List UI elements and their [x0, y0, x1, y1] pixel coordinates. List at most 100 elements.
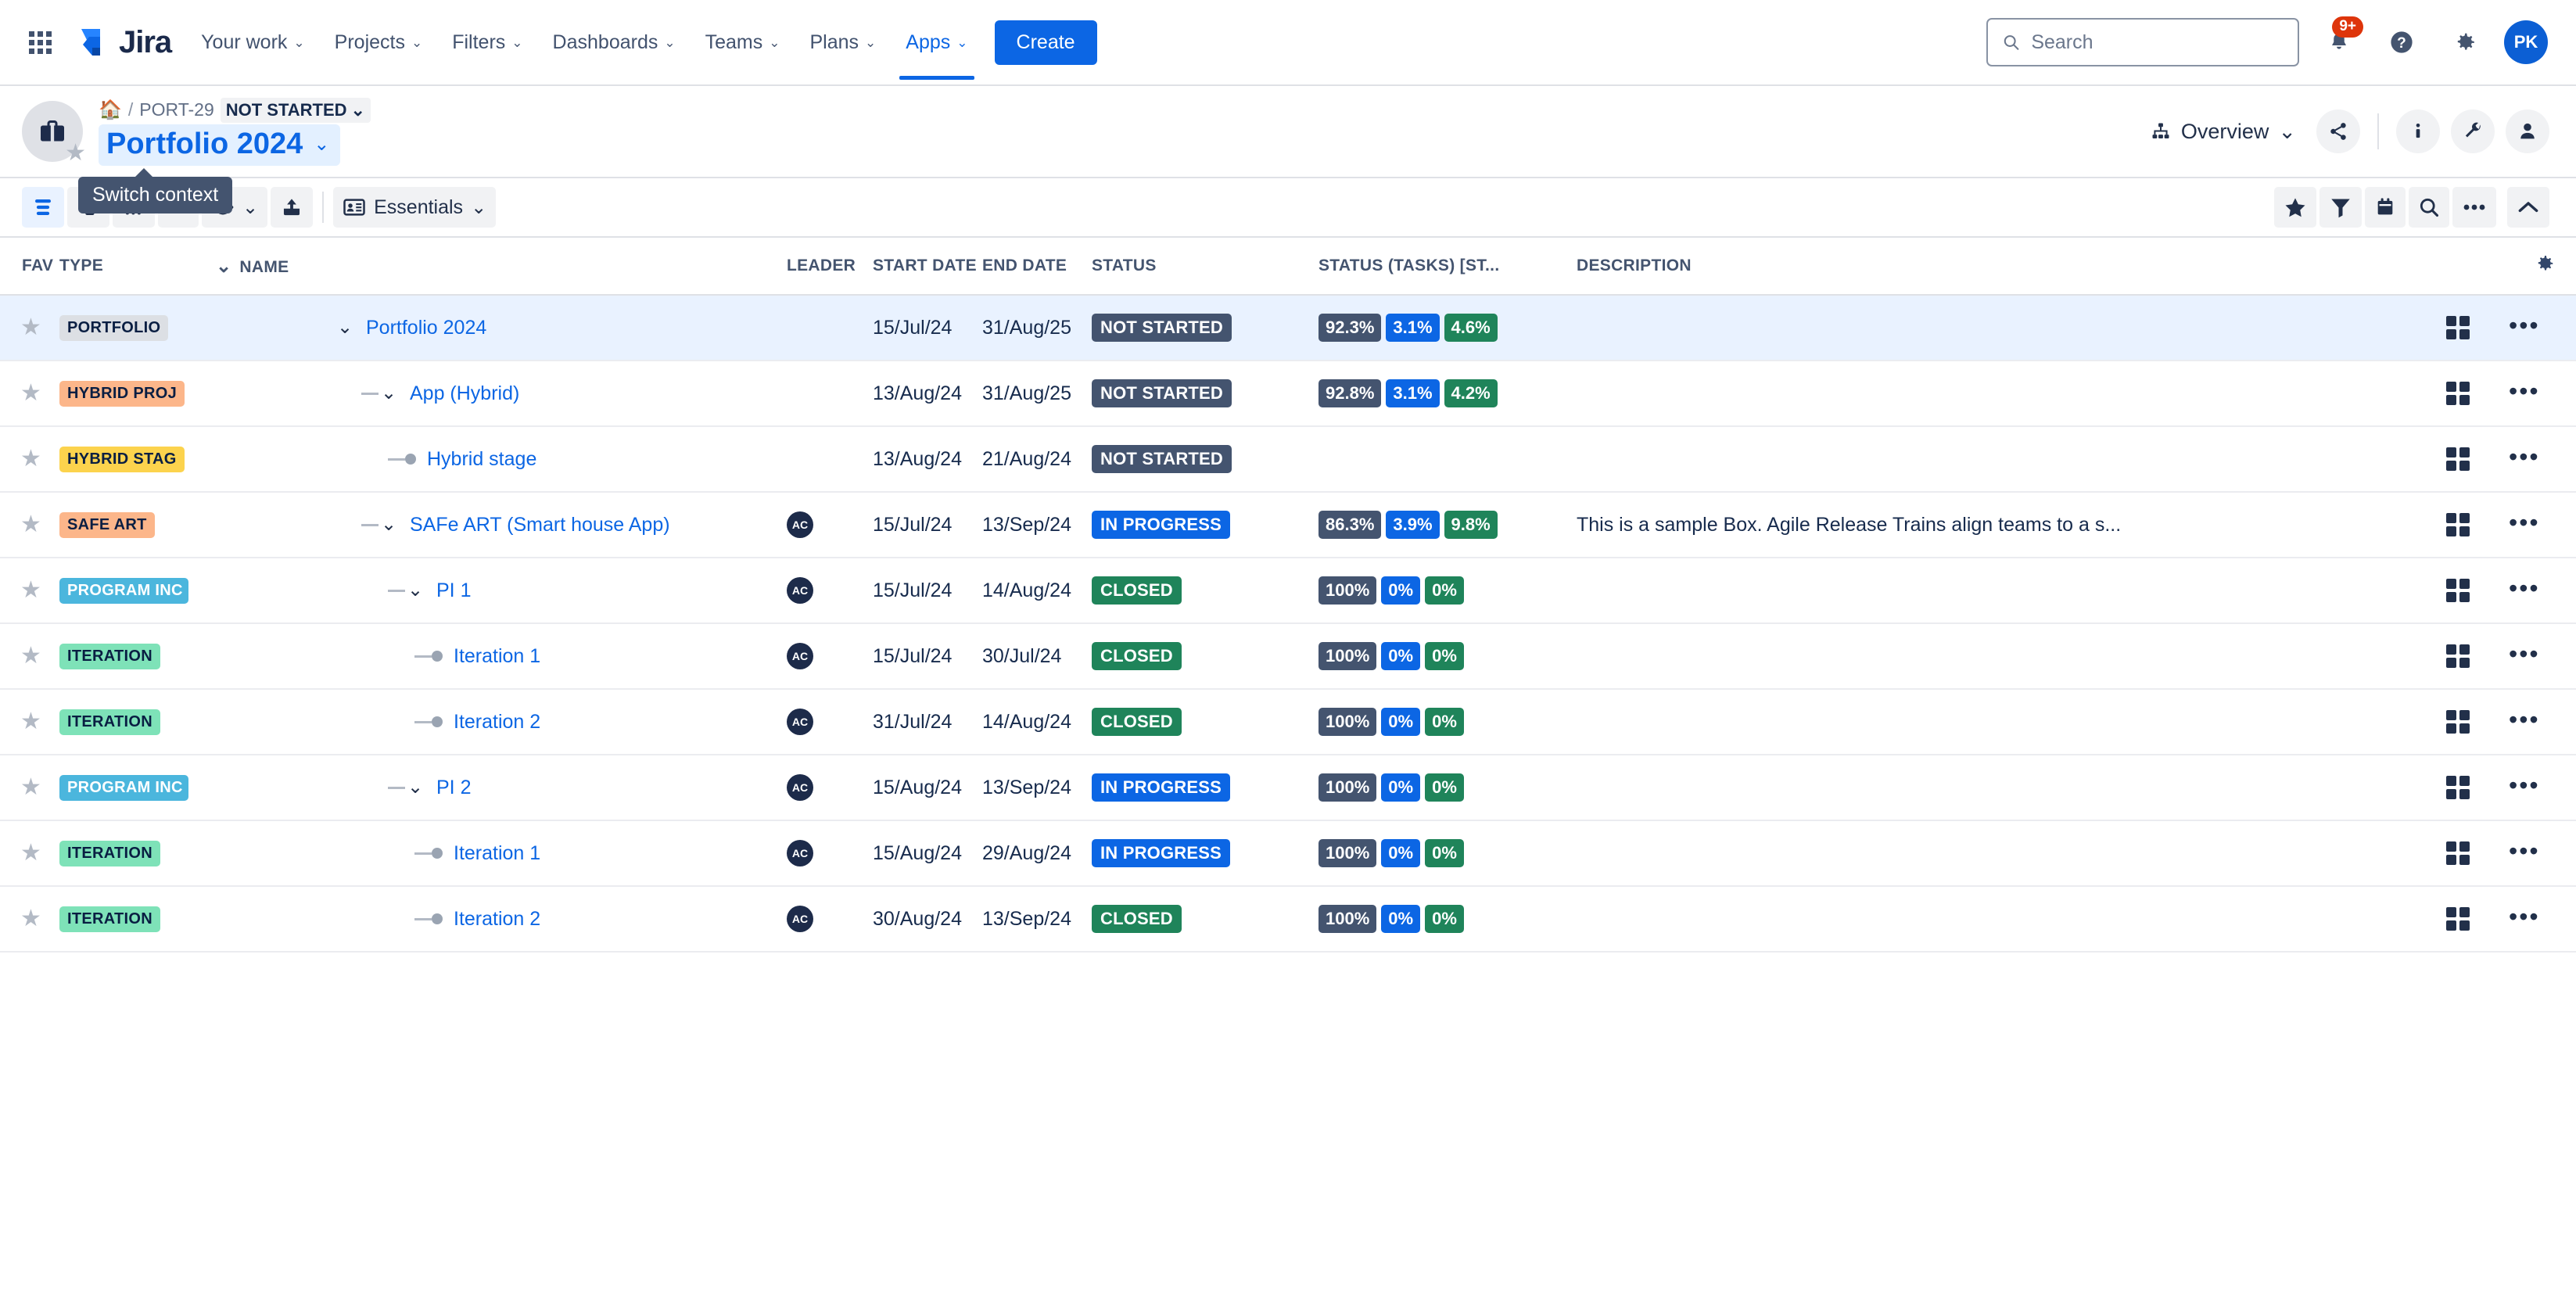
status-badge[interactable]: IN PROGRESS	[1092, 773, 1231, 802]
row-more-dots-icon[interactable]: •••	[2509, 771, 2540, 799]
leader-avatar[interactable]: AC	[787, 774, 813, 801]
nav-apps[interactable]: Apps ⌄	[893, 21, 980, 80]
table-row[interactable]: ★ ITERATION Iteration 2 AC 30/Aug/24 13/Sep/2…	[0, 886, 2576, 953]
board-grid-icon[interactable]	[2446, 382, 2509, 405]
col-header-end-date[interactable]: END DATE	[982, 238, 1092, 296]
row-name-link[interactable]: Portfolio 2024	[366, 317, 486, 339]
table-search-button[interactable]	[2409, 187, 2449, 228]
breadcrumb-issue-key[interactable]: PORT-29	[139, 99, 213, 120]
row-name-link[interactable]: Iteration 2	[454, 908, 540, 931]
status-badge[interactable]: IN PROGRESS	[1092, 511, 1231, 539]
row-name-link[interactable]: Iteration 1	[454, 842, 540, 865]
row-more-dots-icon[interactable]: •••	[2509, 377, 2540, 405]
row-start-date-cell[interactable]: 13/Aug/24	[873, 426, 982, 493]
user-avatar[interactable]: PK	[2504, 20, 2548, 64]
global-search-box[interactable]	[1986, 18, 2299, 66]
row-end-date-cell[interactable]: 29/Aug/24	[982, 820, 1092, 887]
board-grid-icon[interactable]	[2446, 710, 2509, 734]
favorite-star-icon[interactable]: ★	[0, 380, 41, 406]
col-header-name[interactable]: ⌄ NAME	[216, 238, 787, 296]
leader-avatar[interactable]: AC	[787, 511, 813, 538]
nav-teams[interactable]: Teams ⌄	[693, 21, 793, 64]
row-more-dots-icon[interactable]: •••	[2509, 640, 2540, 668]
row-start-date-cell[interactable]: 15/Aug/24	[873, 755, 982, 821]
row-start-date-cell[interactable]: 30/Aug/24	[873, 886, 982, 953]
nav-plans[interactable]: Plans ⌄	[798, 21, 889, 64]
row-more-dots-icon[interactable]: •••	[2509, 705, 2540, 734]
row-end-date-cell[interactable]: 31/Aug/25	[982, 295, 1092, 361]
row-start-date-cell[interactable]: 15/Aug/24	[873, 820, 982, 887]
nav-projects[interactable]: Projects ⌄	[322, 21, 436, 64]
tree-expand-chevron-down-icon[interactable]: ⌄	[335, 318, 355, 337]
favorite-star-icon[interactable]: ★	[0, 709, 41, 734]
app-switcher-icon[interactable]	[22, 24, 58, 60]
table-row[interactable]: ★ SAFE ART ⌄ SAFe ART (Smart house App) AC 15…	[0, 492, 2576, 558]
tree-expand-chevron-down-icon[interactable]: ⌄	[379, 515, 399, 534]
col-header-status-tasks[interactable]: STATUS (TASKS) [ST...	[1318, 238, 1577, 296]
tree-expand-chevron-down-icon[interactable]: ⌄	[405, 778, 425, 797]
info-button[interactable]	[2396, 109, 2440, 153]
configure-button[interactable]	[2451, 109, 2495, 153]
people-button[interactable]	[2506, 109, 2549, 153]
collapse-toolbar-button[interactable]	[2507, 187, 2549, 228]
row-end-date-cell[interactable]: 14/Aug/24	[982, 558, 1092, 624]
tree-expand-chevron-down-icon[interactable]: ⌄	[405, 581, 425, 600]
table-row[interactable]: ★ HYBRID STAG Hybrid stage 13/Aug/24 21/Aug/…	[0, 426, 2576, 493]
align-list-button[interactable]	[22, 187, 64, 228]
settings-button[interactable]	[2441, 20, 2487, 65]
table-row[interactable]: ★ ITERATION Iteration 1 AC 15/Jul/24 30/Jul/2…	[0, 623, 2576, 690]
col-header-type[interactable]: TYPE	[59, 238, 216, 296]
row-start-date-cell[interactable]: 15/Jul/24	[873, 295, 982, 361]
row-name-link[interactable]: SAFe ART (Smart house App)	[410, 514, 670, 536]
favorite-star-icon[interactable]: ★	[0, 774, 41, 800]
view-selector-overview[interactable]: Overview ⌄	[2140, 113, 2305, 150]
create-button[interactable]: Create	[994, 20, 1097, 65]
favorite-star-icon[interactable]: ★	[0, 643, 41, 669]
table-row[interactable]: ★ PORTFOLIO ⌄ Portfolio 2024 15/Jul/24 31/Aug…	[0, 295, 2576, 361]
board-grid-icon[interactable]	[2446, 644, 2509, 668]
col-header-leader[interactable]: LEADER	[787, 238, 873, 296]
row-name-link[interactable]: Iteration 2	[454, 711, 540, 734]
table-row[interactable]: ★ PROGRAM INC ⌄ PI 1 AC 15/Jul/24 14/Aug/24 CLO…	[0, 558, 2576, 624]
table-row[interactable]: ★ PROGRAM INC ⌄ PI 2 AC 15/Aug/24 13/Sep/24 IN …	[0, 755, 2576, 821]
col-header-status[interactable]: STATUS	[1092, 238, 1318, 296]
favorite-star-icon[interactable]: ★	[0, 446, 41, 472]
search-input[interactable]	[2031, 30, 2284, 54]
leader-avatar[interactable]: AC	[787, 906, 813, 932]
export-button[interactable]	[271, 187, 314, 228]
nav-filters[interactable]: Filters ⌄	[439, 21, 535, 64]
board-grid-icon[interactable]	[2446, 513, 2509, 536]
status-badge[interactable]: NOT STARTED	[1092, 314, 1232, 342]
table-row[interactable]: ★ ITERATION Iteration 2 AC 31/Jul/24 14/Aug/2…	[0, 689, 2576, 755]
row-more-dots-icon[interactable]: •••	[2509, 311, 2540, 339]
board-grid-icon[interactable]	[2446, 907, 2509, 931]
row-start-date-cell[interactable]: 31/Jul/24	[873, 689, 982, 755]
status-badge[interactable]: IN PROGRESS	[1092, 839, 1231, 867]
favorite-star-icon[interactable]: ★	[0, 906, 41, 931]
row-end-date-cell[interactable]: 14/Aug/24	[982, 689, 1092, 755]
favorite-star-icon[interactable]: ★	[0, 314, 41, 340]
table-settings-button[interactable]	[2509, 238, 2576, 296]
favorite-star-icon[interactable]: ★	[0, 511, 41, 537]
row-name-link[interactable]: PI 1	[436, 579, 471, 602]
jira-logo[interactable]: Jira	[77, 24, 172, 60]
row-end-date-cell[interactable]: 13/Sep/24	[982, 755, 1092, 821]
leader-avatar[interactable]: AC	[787, 709, 813, 735]
portfolio-avatar[interactable]: ★	[22, 101, 86, 165]
home-icon[interactable]: 🏠	[99, 99, 122, 121]
board-grid-icon[interactable]	[2446, 316, 2509, 339]
row-more-dots-icon[interactable]: •••	[2509, 574, 2540, 602]
row-name-link[interactable]: PI 2	[436, 777, 471, 799]
status-badge[interactable]: CLOSED	[1092, 905, 1182, 933]
row-name-link[interactable]: Iteration 1	[454, 645, 540, 668]
tree-expand-chevron-down-icon[interactable]: ⌄	[379, 384, 399, 403]
col-header-fav[interactable]: FAV	[0, 238, 59, 296]
nav-dashboards[interactable]: Dashboards ⌄	[540, 21, 688, 64]
favorite-star-icon[interactable]: ★	[65, 142, 86, 165]
row-end-date-cell[interactable]: 30/Jul/24	[982, 623, 1092, 690]
favorite-star-icon[interactable]: ★	[0, 577, 41, 603]
leader-avatar[interactable]: AC	[787, 643, 813, 669]
col-header-start-date[interactable]: START DATE	[873, 238, 982, 296]
row-end-date-cell[interactable]: 13/Sep/24	[982, 492, 1092, 558]
row-start-date-cell[interactable]: 15/Jul/24	[873, 558, 982, 624]
